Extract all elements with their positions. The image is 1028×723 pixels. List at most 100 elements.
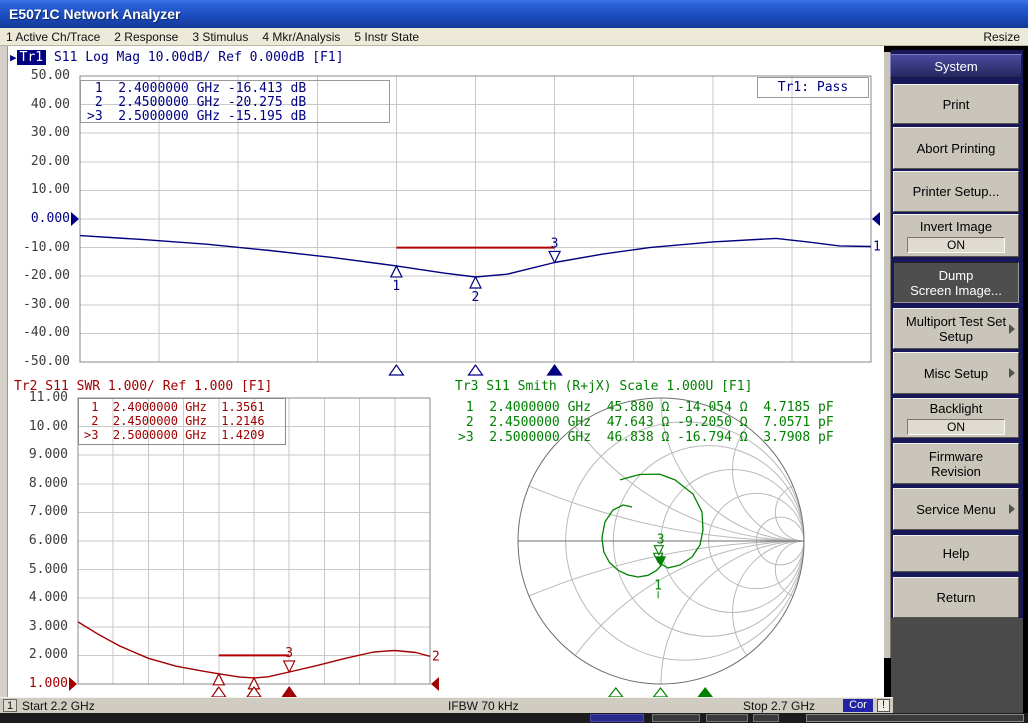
ifbw-label: IFBW 70 kHz bbox=[448, 699, 519, 713]
softkey-label: Setup bbox=[894, 329, 1018, 344]
y-axis-tick: 8.000 bbox=[16, 477, 68, 491]
menu-item-4[interactable]: 4 Mkr/Analysis bbox=[262, 30, 340, 44]
taskbar-fragment bbox=[753, 714, 779, 722]
warning-indicator: ! bbox=[877, 699, 890, 712]
submenu-arrow-icon bbox=[1009, 324, 1015, 334]
softkey-label: Misc Setup bbox=[894, 366, 1018, 381]
y-axis-tick: 1.000 bbox=[16, 677, 68, 691]
softkey-label: Multiport Test Set bbox=[894, 314, 1018, 329]
softkey-return[interactable]: Return bbox=[893, 577, 1019, 618]
taskbar-fragment bbox=[706, 714, 748, 722]
tr1-status-line[interactable]: ▶Tr1 S11 Log Mag 10.00dB/ Ref 0.000dB [F… bbox=[10, 50, 344, 65]
submenu-arrow-icon bbox=[1009, 504, 1015, 514]
softkey-firmware-revision[interactable]: FirmwareRevision bbox=[893, 443, 1019, 484]
softkey-panel-empty bbox=[891, 618, 1023, 713]
limit-test-result-badge: Tr1: Pass bbox=[757, 77, 869, 98]
active-trace-arrow-icon: ▶ bbox=[10, 51, 17, 64]
menu-item-1[interactable]: 1 Active Ch/Trace bbox=[6, 30, 100, 44]
clock-fragment bbox=[806, 714, 1024, 722]
y-axis-tick: -40.00 bbox=[18, 326, 70, 340]
softkey-service-menu[interactable]: Service Menu bbox=[893, 488, 1019, 530]
y-axis-tick: 7.000 bbox=[16, 505, 68, 519]
y-axis-tick: -20.00 bbox=[18, 269, 70, 283]
softkey-misc-setup[interactable]: Misc Setup bbox=[893, 352, 1019, 394]
softkey-label: Backlight bbox=[894, 401, 1018, 416]
y-axis-tick: 0.000 bbox=[18, 212, 70, 226]
softkey-label: Dump bbox=[894, 268, 1018, 283]
softkey-invert-image[interactable]: Invert Image ON bbox=[893, 214, 1019, 257]
softkey-label: Return bbox=[894, 590, 1018, 605]
y-axis-tick: 3.000 bbox=[16, 620, 68, 634]
display-left-border bbox=[0, 46, 8, 697]
y-axis-tick: 30.00 bbox=[18, 126, 70, 140]
softkey-label: Firmware bbox=[894, 449, 1018, 464]
softkey-dump-screen-image[interactable]: DumpScreen Image... bbox=[893, 262, 1019, 303]
marker-row: 2 2.4500000 GHz 1.2146 bbox=[84, 414, 285, 428]
marker-row: 2 2.4500000 GHz -20.275 dB bbox=[87, 96, 389, 110]
softkey-label: Invert Image bbox=[894, 219, 1018, 234]
softkey-label: Printer Setup... bbox=[894, 184, 1018, 199]
softkey-printer-setup[interactable]: Printer Setup... bbox=[893, 171, 1019, 212]
softkey-print[interactable]: Print bbox=[893, 84, 1019, 124]
softkey-toggle-state: ON bbox=[907, 419, 1005, 435]
channel-number-badge: 1 bbox=[3, 699, 17, 712]
y-axis-tick: -30.00 bbox=[18, 298, 70, 312]
instrument-bottom-bar bbox=[0, 713, 1028, 723]
y-axis-tick: 5.000 bbox=[16, 563, 68, 577]
marker-row: 2 2.4500000 GHz 47.643 Ω -9.2050 Ω 7.057… bbox=[458, 415, 888, 430]
taskbar-fragment bbox=[590, 714, 644, 722]
y-axis-tick: 10.00 bbox=[18, 183, 70, 197]
marker-row: 1 2.4000000 GHz -16.413 dB bbox=[87, 82, 389, 96]
softkey-help[interactable]: Help bbox=[893, 535, 1019, 572]
submenu-arrow-icon bbox=[1009, 368, 1015, 378]
softkey-label: Help bbox=[894, 546, 1018, 561]
window-title: E5071C Network Analyzer bbox=[9, 6, 180, 22]
tr1-badge: Tr1 bbox=[17, 50, 46, 65]
softkey-sidebar: System Print Abort Printing Printer Setup..… bbox=[884, 46, 1028, 723]
y-axis-tick: -10.00 bbox=[18, 241, 70, 255]
y-axis-tick: 2.000 bbox=[16, 648, 68, 662]
menu-item-3[interactable]: 3 Stimulus bbox=[192, 30, 248, 44]
marker-row: >3 2.5000000 GHz 1.4209 bbox=[84, 428, 285, 442]
tr3-status-line[interactable]: Tr3 S11 Smith (R+jX) Scale 1.000U [F1] bbox=[455, 379, 752, 394]
sidebar-splitter[interactable] bbox=[884, 52, 891, 658]
softkey-toggle-state: ON bbox=[907, 237, 1005, 253]
y-axis-tick: 9.000 bbox=[16, 448, 68, 462]
tr2-marker-readout: 1 2.4000000 GHz 1.3561 2 2.4500000 GHz 1… bbox=[78, 398, 286, 445]
menu-item-5[interactable]: 5 Instr State bbox=[354, 30, 419, 44]
softkey-label: Service Menu bbox=[894, 502, 1018, 517]
marker-row: 1 2.4000000 GHz 45.880 Ω -14.054 Ω 4.718… bbox=[458, 400, 888, 415]
softkey-label: Screen Image... bbox=[894, 283, 1018, 298]
y-axis-tick: 50.00 bbox=[18, 69, 70, 83]
y-axis-tick: 20.00 bbox=[18, 155, 70, 169]
start-frequency-label: Start 2.2 GHz bbox=[22, 699, 95, 713]
tr1-header-text: S11 Log Mag 10.00dB/ Ref 0.000dB [F1] bbox=[54, 50, 344, 65]
y-axis-tick: 6.000 bbox=[16, 534, 68, 548]
softkey-label: Revision bbox=[894, 464, 1018, 479]
menu-bar: 1 Active Ch/Trace 2 Response 3 Stimulus 4 M… bbox=[0, 28, 1028, 46]
channel-status-bar: 1 Start 2.2 GHz IFBW 70 kHz Stop 2.7 GHz… bbox=[0, 697, 893, 713]
y-axis-tick: 4.000 bbox=[16, 591, 68, 605]
softkey-label: System bbox=[891, 59, 1021, 74]
tr1-marker-readout: 1 2.4000000 GHz -16.413 dB 2 2.4500000 G… bbox=[80, 80, 390, 123]
softkey-backlight[interactable]: Backlight ON bbox=[893, 398, 1019, 438]
taskbar-fragment bbox=[652, 714, 700, 722]
y-axis-tick: 11.00 bbox=[16, 391, 68, 405]
display-area bbox=[8, 46, 884, 697]
softkey-multiport-test-set-setup[interactable]: Multiport Test SetSetup bbox=[893, 308, 1019, 349]
instrument-screen: E5071C Network Analyzer 1 Active Ch/Trac… bbox=[0, 0, 1028, 723]
softkey-label: Print bbox=[894, 97, 1018, 112]
window-title-bar: E5071C Network Analyzer bbox=[0, 0, 1028, 28]
y-axis-tick: 10.00 bbox=[16, 420, 68, 434]
tr3-marker-readout: 1 2.4000000 GHz 45.880 Ω -14.054 Ω 4.718… bbox=[458, 400, 888, 445]
stop-frequency-label: Stop 2.7 GHz bbox=[743, 699, 815, 713]
menu-item-2[interactable]: 2 Response bbox=[114, 30, 178, 44]
y-axis-tick: -50.00 bbox=[18, 355, 70, 369]
marker-row: 1 2.4000000 GHz 1.3561 bbox=[84, 400, 285, 414]
resize-button[interactable]: Resize bbox=[983, 28, 1020, 46]
correction-status-badge: Cor bbox=[843, 699, 873, 712]
softkey-abort-printing[interactable]: Abort Printing bbox=[893, 127, 1019, 169]
softkey-system: System bbox=[890, 54, 1022, 78]
marker-row: >3 2.5000000 GHz -15.195 dB bbox=[87, 110, 389, 124]
y-axis-tick: 40.00 bbox=[18, 98, 70, 112]
